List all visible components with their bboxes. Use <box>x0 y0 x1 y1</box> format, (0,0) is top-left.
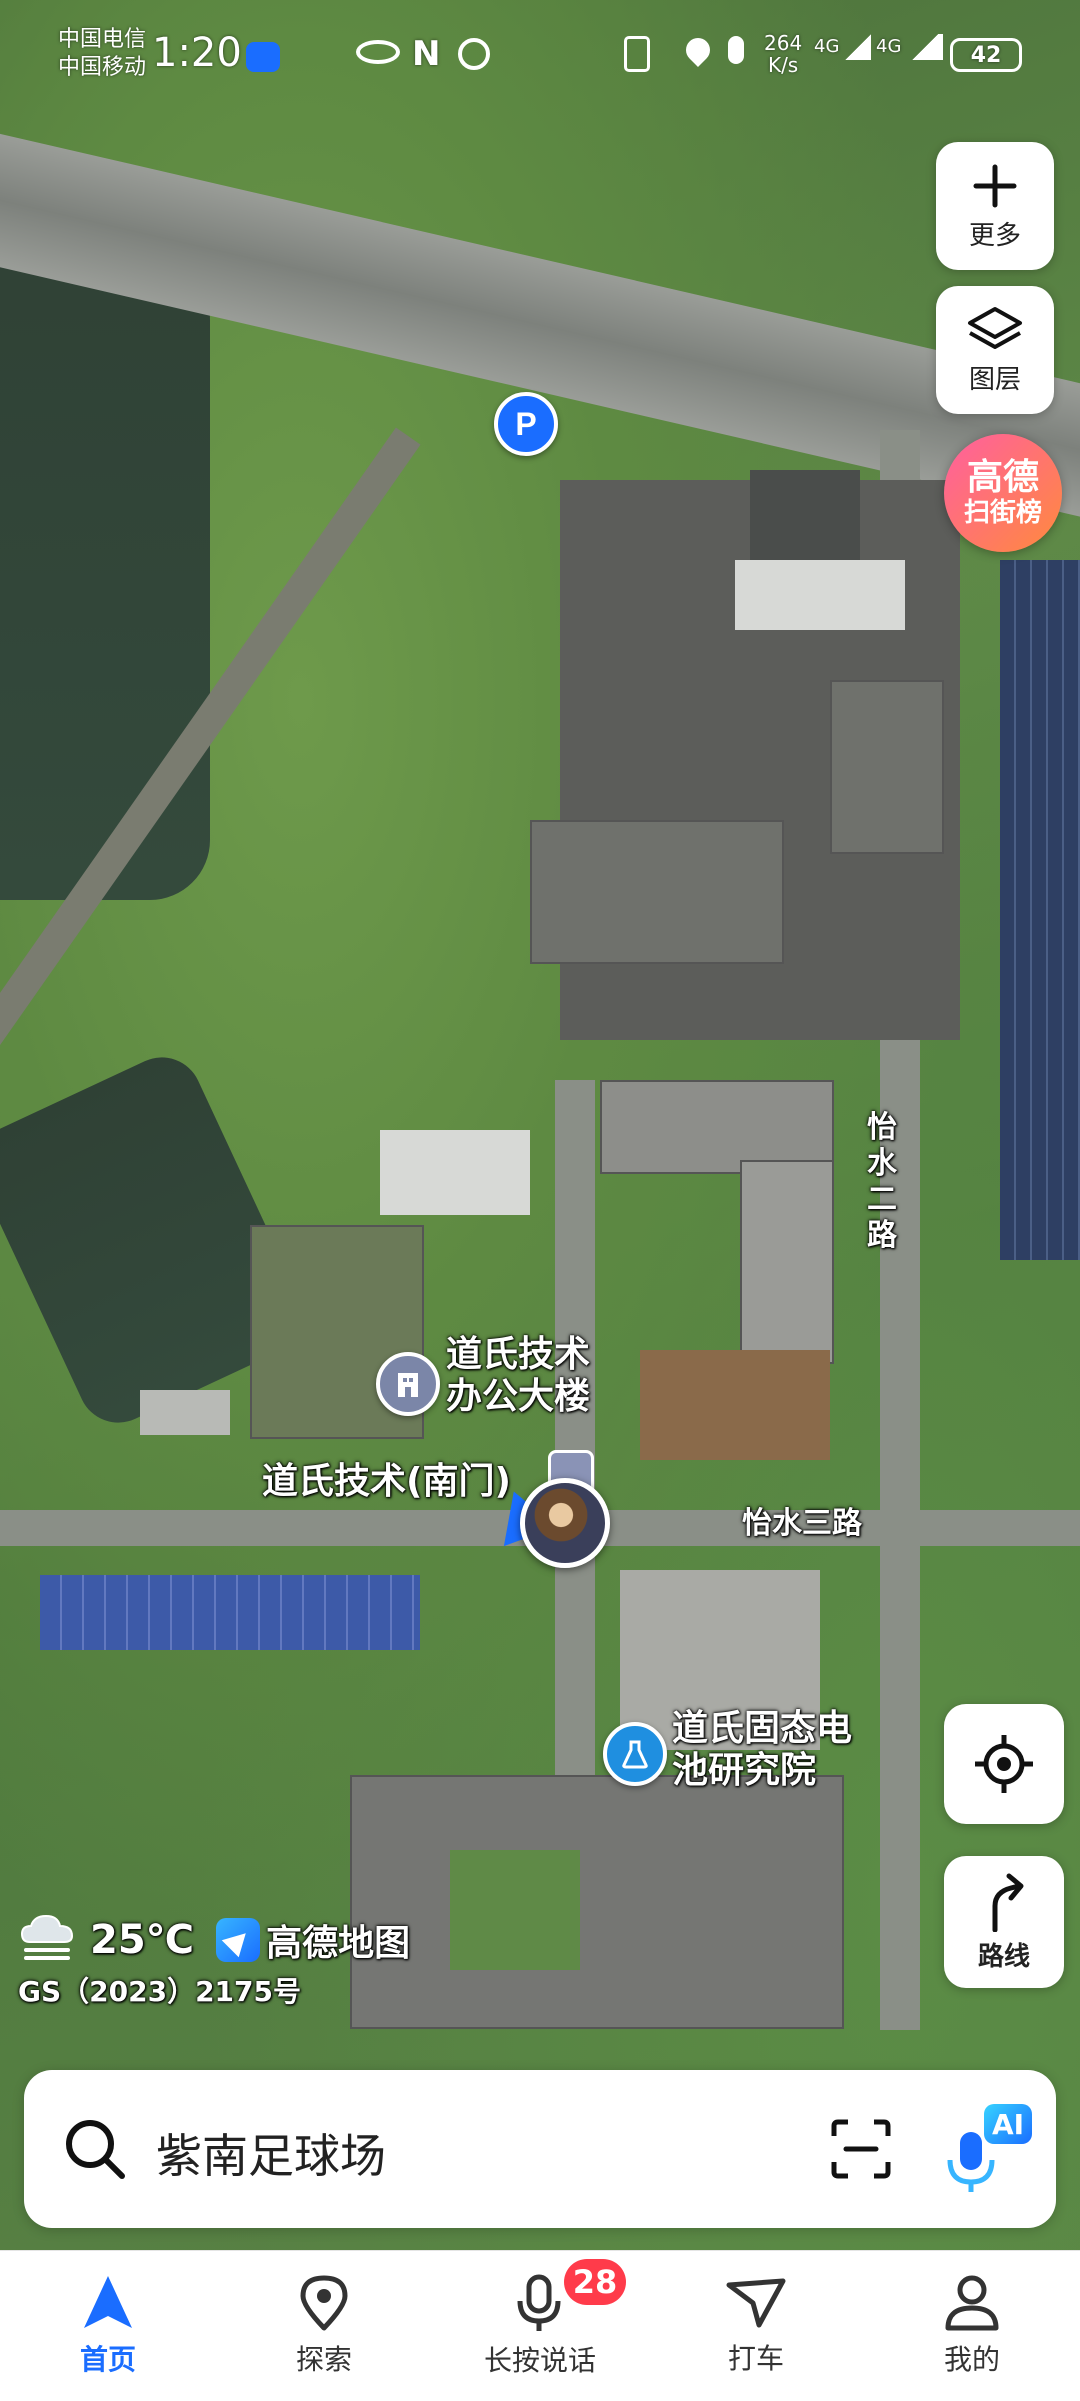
user-avatar-marker[interactable] <box>520 1478 610 1568</box>
battery-icon: 42 <box>950 38 1022 72</box>
lab-poi-label-line1: 道氏固态电 <box>672 1708 853 1749</box>
lab-poi-marker[interactable] <box>603 1722 667 1786</box>
temperature: 25℃ <box>90 1917 195 1963</box>
signal-2: 4G <box>876 34 944 60</box>
nav-voice[interactable]: 长按说话 28 <box>432 2251 648 2401</box>
office-poi-label[interactable]: 道氏技术 办公大楼 <box>446 1334 590 1418</box>
carrier-2: 中国移动 <box>58 55 147 80</box>
nav-taxi-label: 打车 <box>727 2342 784 2375</box>
signal-bars-icon <box>907 34 944 60</box>
building-icon <box>398 1373 418 1397</box>
weather-widget[interactable]: 25℃ 高德地图 <box>16 1910 410 1970</box>
search-bar[interactable]: 紫南足球场 AI <box>24 2070 1056 2228</box>
microphone-icon <box>517 2274 561 2331</box>
office-poi-marker[interactable] <box>376 1352 440 1416</box>
nav-taxi[interactable]: 打车 <box>648 2251 864 2401</box>
more-button[interactable]: 更多 <box>936 142 1054 270</box>
carrier-1: 中国电信 <box>58 27 147 52</box>
map-license: GS（2023）2175号 <box>18 1975 302 2008</box>
vibrate-icon <box>624 36 650 72</box>
parking-icon: P <box>515 405 537 442</box>
map-building <box>750 470 860 560</box>
plus-icon <box>973 164 1017 207</box>
notification-badge: 28 <box>564 2259 626 2305</box>
ai-voice-button[interactable]: AI <box>942 2104 1032 2200</box>
ai-badge: AI <box>984 2104 1032 2144</box>
nav-explore[interactable]: 探索 <box>216 2251 432 2401</box>
location-pin-icon <box>300 2275 348 2331</box>
nav-home[interactable]: 首页 <box>0 2251 216 2401</box>
map-courtyard <box>450 1850 580 1970</box>
office-poi-label-line2: 办公大楼 <box>446 1376 591 1417</box>
brand-name: 高德地图 <box>266 1923 411 1964</box>
amap-logo-icon <box>216 1918 261 1962</box>
map-building <box>735 560 905 630</box>
map-building <box>640 1350 830 1460</box>
signal-bars-icon <box>845 34 872 60</box>
flask-icon <box>622 1740 648 1769</box>
road-label-horizontal: 怡水三路 <box>742 1506 862 1541</box>
street-rank-button[interactable]: 高德 扫街榜 <box>944 434 1062 552</box>
navigation-arrow-icon <box>84 2276 132 2328</box>
voice-assistant-icon <box>246 42 280 72</box>
layers-label: 图层 <box>968 364 1021 395</box>
signal-1: 4G <box>814 34 872 60</box>
mic-icon <box>728 36 744 64</box>
lab-poi-label[interactable]: 道氏固态电 池研究院 <box>672 1708 852 1792</box>
more-label: 更多 <box>968 220 1021 251</box>
layers-button[interactable]: 图层 <box>936 286 1054 414</box>
nav-voice-label: 长按说话 <box>483 2344 596 2377</box>
map-building <box>740 1160 834 1364</box>
status-bar: 中国电信 中国移动 1:20 N 264 K/s 4G 4G 42 <box>0 0 1080 110</box>
map-building <box>350 1775 844 2029</box>
route-button[interactable]: 路线 <box>944 1856 1064 1988</box>
net-speed-unit: K/s <box>767 53 799 77</box>
alarm-icon <box>458 38 490 70</box>
search-input[interactable]: 紫南足球场 <box>156 2120 386 2186</box>
net-speed-value: 264 <box>764 31 803 55</box>
map-road-campus <box>555 1080 595 1780</box>
office-poi-label-line1: 道氏技术 <box>446 1334 591 1375</box>
nav-profile-label: 我的 <box>943 2343 1000 2376</box>
signal-2-label: 4G <box>876 36 902 57</box>
nav-profile[interactable]: 我的 <box>864 2251 1080 2401</box>
crosshair-icon <box>975 1735 1033 1793</box>
map-building <box>830 680 944 854</box>
map-solar-roof <box>1000 560 1080 1260</box>
signal-1-label: 4G <box>814 36 840 57</box>
map-building <box>530 820 784 964</box>
lab-poi-label-line2: 池研究院 <box>672 1750 817 1791</box>
location-icon <box>681 33 715 67</box>
map-building <box>380 1130 530 1215</box>
clock: 1:20 <box>152 30 242 76</box>
street-rank-line2: 扫街榜 <box>963 498 1042 528</box>
nav-home-label: 首页 <box>79 2343 136 2376</box>
road-label-vertical: 怡水二路 <box>867 1110 897 1253</box>
gate-poi-label[interactable]: 道氏技术(南门) <box>262 1452 511 1504</box>
eye-icon <box>356 40 400 64</box>
route-label: 路线 <box>977 1941 1030 1972</box>
battery-level: 42 <box>970 42 1002 68</box>
nav-explore-label: 探索 <box>295 2343 352 2376</box>
cloudy-weather-icon <box>20 1914 74 1960</box>
route-icon <box>992 1873 1024 1932</box>
scan-icon[interactable] <box>830 2118 892 2180</box>
person-icon <box>945 2275 999 2331</box>
locate-button[interactable] <box>944 1704 1064 1824</box>
carrier-labels: 中国电信 中国移动 <box>58 26 146 82</box>
nfc-icon: N <box>412 34 441 74</box>
bottom-nav: 首页 探索 长按说话 28 打车 我的 <box>0 2250 1080 2401</box>
taxi-flag-icon <box>726 2278 786 2328</box>
street-rank-line1: 高德 <box>966 457 1039 498</box>
parking-marker[interactable]: P <box>494 392 558 456</box>
layers-icon <box>968 306 1022 349</box>
map-building <box>140 1390 230 1435</box>
net-speed: 264 K/s <box>764 32 802 76</box>
map-solar-roof <box>40 1575 420 1650</box>
search-icon <box>66 2120 125 2179</box>
